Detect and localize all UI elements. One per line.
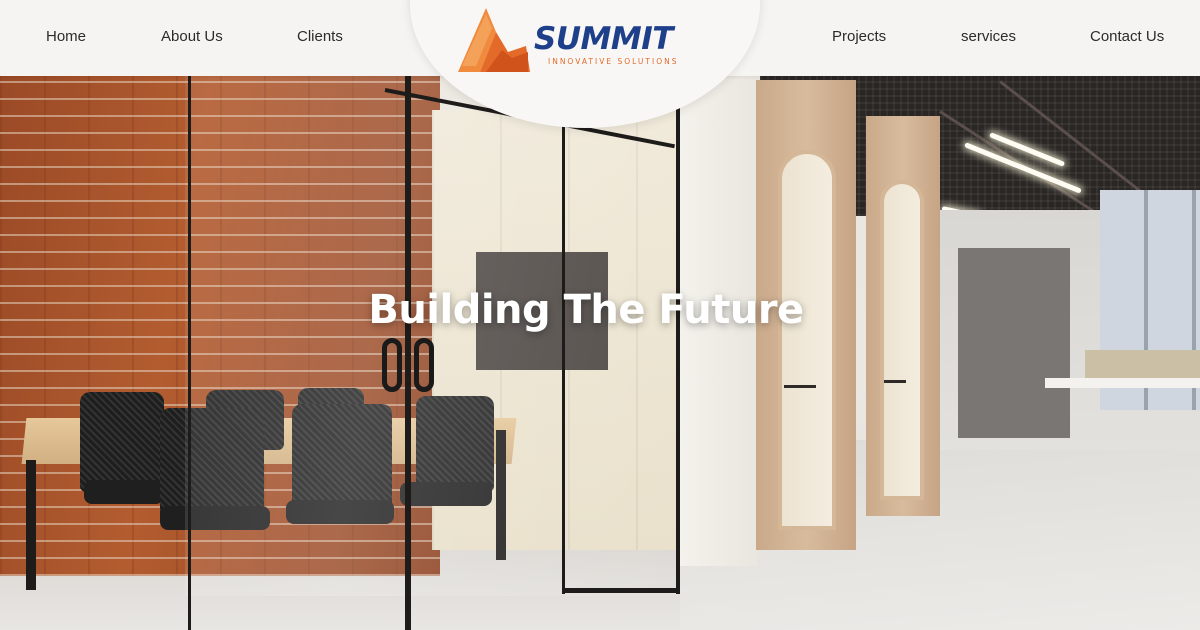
hero-headline: Building The Future [368, 287, 804, 333]
glass-wall [185, 76, 680, 596]
glass-frame [565, 588, 680, 593]
glass-frame [405, 76, 411, 630]
glass-frame [562, 126, 565, 594]
door-handle [784, 385, 816, 388]
glass-frame [676, 96, 680, 594]
desk [1045, 378, 1200, 388]
arch-door [880, 180, 924, 500]
glass-frame [188, 76, 191, 630]
grey-pillar [958, 248, 1070, 438]
nav-link-services[interactable]: services [961, 28, 1016, 46]
logo-tagline: INNOVATIVE SOLUTIONS [548, 57, 679, 66]
nav-link-contact-us[interactable]: Contact Us [1090, 28, 1164, 46]
table-leg [26, 460, 36, 590]
nav-link-projects[interactable]: Projects [832, 28, 886, 46]
nav-link-home[interactable]: Home [46, 28, 86, 46]
arch-door [778, 150, 836, 530]
office-chair [80, 392, 164, 492]
nav-link-clients[interactable]: Clients [297, 28, 343, 46]
door-pull-handle [382, 338, 402, 392]
nav-link-about-us[interactable]: About Us [161, 28, 223, 46]
chair-seat [84, 480, 164, 504]
door-handle [884, 380, 906, 383]
logo-wordmark: SUMMIT [534, 21, 673, 57]
door-pull-handle [414, 338, 434, 392]
desk-partition [1085, 350, 1200, 380]
mountain-peak-logo-icon [458, 8, 530, 72]
summit-logo-link[interactable]: SUMMIT INNOVATIVE SOLUTIONS [456, 6, 716, 76]
